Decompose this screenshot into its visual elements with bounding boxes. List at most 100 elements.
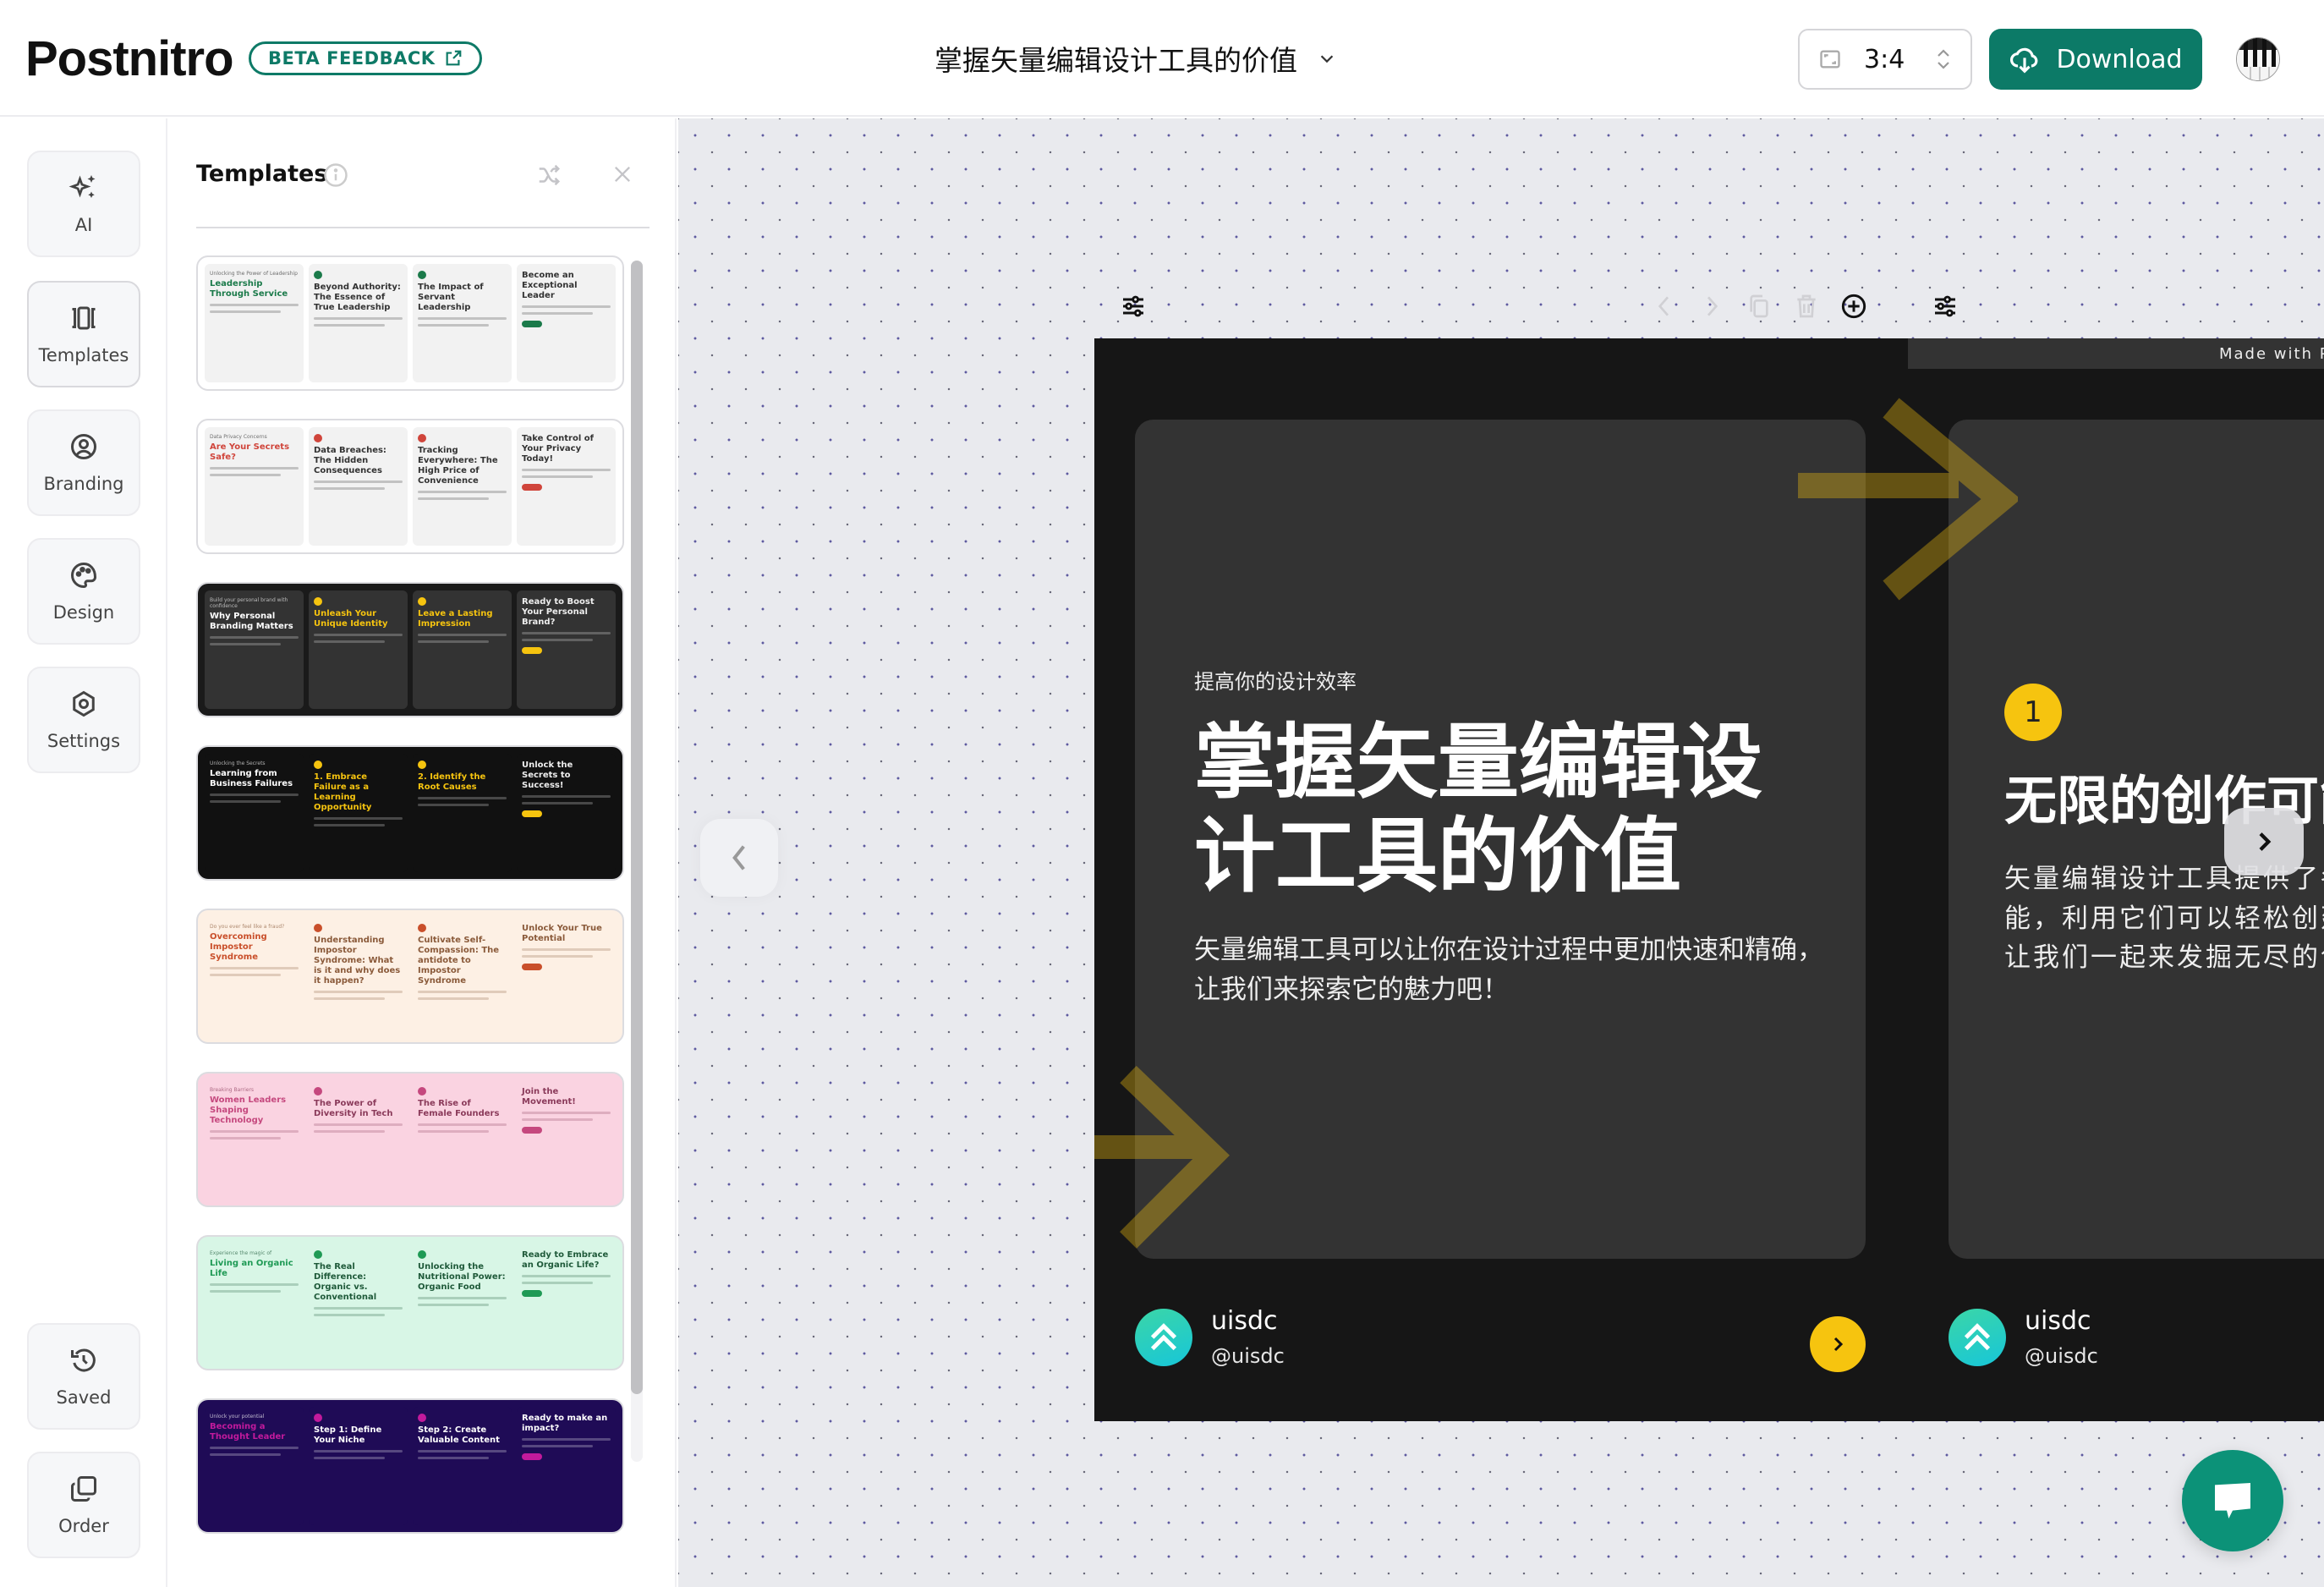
template-card[interactable]: Unlock your potential Becoming a Thought … <box>196 1398 624 1534</box>
template-body-line <box>210 1130 299 1133</box>
slide-1-card[interactable]: 提高你的设计效率 掌握矢量编辑设计工具的价值 矢量编辑工具可以让你在设计过程中更… <box>1135 420 1866 1259</box>
template-card[interactable]: Experience the magic of Living an Organic… <box>196 1235 624 1370</box>
template-body-line <box>210 1453 281 1456</box>
template-slide-title: Are Your Secrets Safe? <box>210 442 290 462</box>
template-cta-pill <box>522 964 542 970</box>
template-body-line <box>210 643 281 645</box>
slide-2-body[interactable]: 矢量编辑设计工具提供了各种强大的功能，利用它们可以轻松创建复杂的图形，让我们一起… <box>2004 859 2324 978</box>
rail-item-templates[interactable]: Templates <box>27 281 140 387</box>
app-logo[interactable]: Postnitro <box>25 30 234 87</box>
rail-item-ai[interactable]: AI <box>27 151 140 257</box>
chat-support-button[interactable] <box>2182 1450 2283 1551</box>
beta-feedback-button[interactable]: BETA FEEDBACK <box>249 41 482 75</box>
info-icon[interactable] <box>323 162 348 188</box>
document-title-dropdown[interactable]: 掌握矢量编辑设计工具的价值 <box>935 37 1336 80</box>
template-slide-title: Women Leaders Shaping Technology <box>210 1096 287 1125</box>
template-list-scrollbar[interactable] <box>631 261 643 1462</box>
previous-slide-button[interactable] <box>700 819 778 897</box>
duplicate-icon[interactable] <box>1746 293 1773 320</box>
template-slide-thumb: Take Control of Your Privacy Today! <box>517 427 616 546</box>
template-slide-thumb: Unlock Your True Potential <box>517 917 616 1035</box>
template-card[interactable]: Do you ever feel like a fraud? Overcoming… <box>196 909 624 1044</box>
template-body-line <box>522 469 611 471</box>
slide-1-kicker[interactable]: 提高你的设计效率 <box>1194 665 1357 695</box>
slide-settings-icon[interactable] <box>1120 293 1147 320</box>
template-body-line <box>522 1445 593 1447</box>
template-slide-thumb: 2. Identify the Root Causes <box>413 754 512 872</box>
template-body-line <box>418 1130 489 1133</box>
template-slide-thumb: 1. Embrace Failure as a Learning Opportu… <box>309 754 408 872</box>
rail-label: Settings <box>47 731 121 751</box>
template-body-line <box>210 967 299 969</box>
template-slide-title: Understanding Impostor Syndrome: What is… <box>314 936 401 986</box>
template-body-line <box>210 474 281 476</box>
close-icon[interactable] <box>611 162 634 186</box>
rail-item-order[interactable]: Order <box>27 1452 140 1558</box>
rail-item-branding[interactable]: Branding <box>27 409 140 516</box>
template-slide-thumb: Unleash Your Unique Identity <box>309 590 408 709</box>
template-body-line <box>418 1123 507 1126</box>
template-card[interactable]: Data Privacy Concerns Are Your Secrets Sa… <box>196 419 624 554</box>
template-slide-title: Cultivate Self-Compassion: The antidote … <box>418 936 500 986</box>
up-down-chevron-icon <box>1938 49 1949 69</box>
move-right-icon[interactable] <box>1698 293 1725 320</box>
template-slide-title: Join the Movement! <box>522 1087 576 1107</box>
template-body-line <box>314 317 403 320</box>
template-body-line <box>210 310 281 313</box>
move-left-icon[interactable] <box>1651 293 1678 320</box>
template-slide-title: Ready to make an impact? <box>522 1414 608 1433</box>
download-label: Download <box>2056 44 2183 74</box>
template-step-dot <box>314 924 322 932</box>
template-step-dot <box>314 271 322 279</box>
rail-label: AI <box>74 215 93 235</box>
next-slide-button[interactable] <box>2224 808 2304 876</box>
slide-1-title[interactable]: 掌握矢量编辑设计工具的价值 <box>1194 715 1837 904</box>
carousel-icon <box>72 306 96 330</box>
template-slide-title: Living an Organic Life <box>210 1259 293 1278</box>
scrollbar-thumb[interactable] <box>631 261 643 1394</box>
template-slide-thumb: Cultivate Self-Compassion: The antidote … <box>413 917 512 1035</box>
template-card[interactable]: Breaking Barriers Women Leaders Shaping T… <box>196 1072 624 1207</box>
rail-item-design[interactable]: Design <box>27 538 140 645</box>
template-slide-title: Become an Exceptional Leader <box>522 271 578 300</box>
panel-title: Templates <box>196 161 328 187</box>
template-body-line <box>418 640 489 643</box>
template-body-line <box>522 305 611 308</box>
template-slide-kicker: Unlock your potential <box>210 1414 265 1420</box>
download-button[interactable]: Download <box>1989 29 2202 90</box>
delete-icon[interactable] <box>1793 293 1820 320</box>
document-title: 掌握矢量编辑设计工具的价值 <box>935 44 1297 77</box>
rail-item-settings[interactable]: Settings <box>27 667 140 773</box>
author-name: uisdc <box>1211 1306 1278 1336</box>
rail-label: Saved <box>56 1387 112 1408</box>
template-body-line <box>418 997 489 1000</box>
cloud-download-icon <box>2010 47 2038 74</box>
template-slide-thumb: Data Breaches: The Hidden Consequences <box>309 427 408 546</box>
slide-settings-icon-2[interactable] <box>1932 293 1959 320</box>
template-card[interactable]: Unlocking the Power of Leadership Leaders… <box>196 255 624 391</box>
template-body-line <box>522 1112 611 1114</box>
hexagon-gear-icon <box>73 690 95 717</box>
user-avatar[interactable] <box>2236 37 2280 81</box>
slide-1-body[interactable]: 矢量编辑工具可以让你在设计过程中更加快速和精确，让我们来探索它的魅力吧！ <box>1194 931 1837 1009</box>
template-slide-thumb: Ready to Boost Your Personal Brand? <box>517 590 616 709</box>
template-card[interactable]: Build your personal brand with confidenc… <box>196 582 624 717</box>
template-body-line <box>314 480 403 483</box>
template-slide-title: Overcoming Impostor Syndrome <box>210 932 267 962</box>
template-slide-kicker: Breaking Barriers <box>210 1087 255 1093</box>
shuffle-icon[interactable] <box>534 162 563 188</box>
template-cta-pill <box>522 810 542 817</box>
external-link-icon <box>446 50 461 66</box>
template-slide-thumb: Join the Movement! <box>517 1080 616 1199</box>
template-cta-pill <box>522 647 542 654</box>
template-slide-kicker: Unlocking the Power of Leadership <box>210 271 298 277</box>
template-slide-kicker: Build your personal brand with confidenc… <box>210 597 288 609</box>
rail-item-saved[interactable]: Saved <box>27 1323 140 1430</box>
template-body-line <box>210 636 299 639</box>
add-slide-icon[interactable] <box>1840 293 1867 320</box>
aspect-ratio-select[interactable]: 3:4 <box>1798 29 1972 90</box>
template-body-line <box>418 991 507 993</box>
template-card[interactable]: Unlocking the Secrets Learning from Busin… <box>196 745 624 881</box>
template-step-dot <box>418 271 426 279</box>
template-body-line <box>522 1438 611 1441</box>
